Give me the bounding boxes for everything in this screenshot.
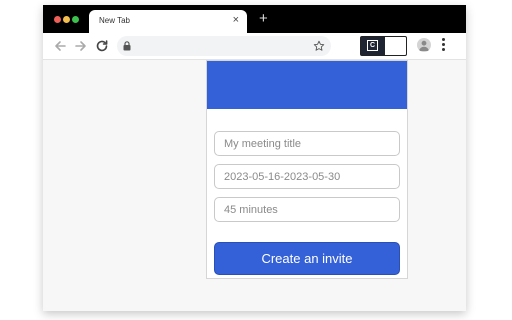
reload-icon[interactable] [94, 38, 110, 54]
avatar-icon[interactable] [417, 38, 431, 52]
browser-window: New Tab × + C My meeting title 2023-05-1… [43, 5, 466, 311]
star-icon[interactable] [313, 40, 325, 52]
address-bar[interactable] [117, 36, 331, 56]
close-window-icon[interactable] [54, 16, 61, 23]
profile-silhouette-icon [419, 40, 429, 51]
tab-close-icon[interactable]: × [233, 14, 239, 27]
maximize-window-icon[interactable] [72, 16, 79, 23]
tab-title: New Tab [99, 16, 130, 25]
new-tab-icon[interactable]: + [259, 10, 268, 28]
arrow-left-icon[interactable] [52, 38, 68, 54]
kebab-menu-icon[interactable] [440, 38, 446, 54]
create-invite-button[interactable]: Create an invite [214, 242, 400, 275]
arrow-right-icon[interactable] [73, 38, 89, 54]
date-range-input[interactable] [214, 164, 400, 189]
duration-input[interactable] [214, 197, 400, 222]
extension-icon-background: C [361, 37, 385, 55]
page-content: Create an invite [43, 60, 466, 311]
browser-toolbar: C [43, 33, 466, 60]
extension-popup: Create an invite [206, 60, 408, 279]
lock-icon [123, 41, 131, 51]
extension-button[interactable]: C [360, 36, 407, 56]
popup-header [207, 61, 407, 109]
tab-new-tab[interactable]: New Tab × [89, 10, 247, 33]
browser-titlebar: New Tab × + [43, 5, 466, 33]
meeting-title-input[interactable] [214, 131, 400, 156]
minimize-window-icon[interactable] [63, 16, 70, 23]
extension-logo-icon: C [367, 40, 378, 51]
